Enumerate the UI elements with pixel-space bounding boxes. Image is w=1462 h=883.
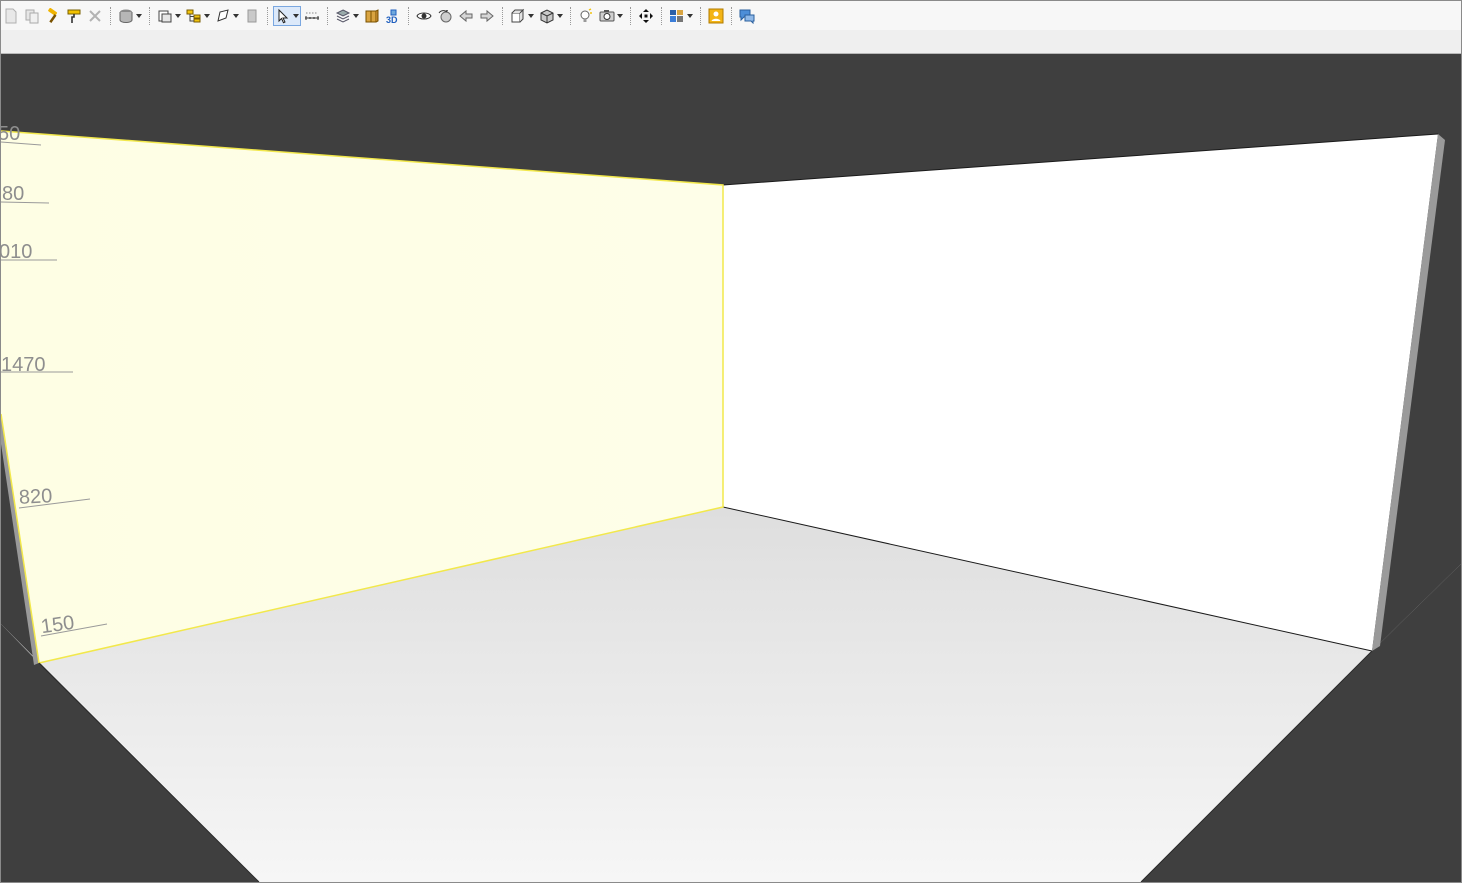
dimension-label: 80 (2, 183, 25, 205)
toolbar-separator (408, 7, 410, 25)
color-palette-button[interactable] (667, 6, 695, 26)
chevron-down-icon[interactable] (293, 14, 299, 18)
chevron-down-icon[interactable] (557, 14, 563, 18)
layers-icon (335, 8, 351, 24)
3d-view-button[interactable]: 3D (383, 6, 403, 26)
view-cube-icon (510, 8, 526, 24)
arrow-right-icon (479, 8, 495, 24)
user-card-icon (708, 8, 724, 24)
dimension-label: 820 (18, 485, 53, 509)
camera-icon (599, 8, 615, 24)
orbit-button[interactable] (435, 6, 455, 26)
dimension-label: 150 (39, 611, 76, 639)
layers-button[interactable] (333, 6, 361, 26)
chevron-down-icon[interactable] (617, 14, 623, 18)
chevron-down-icon[interactable] (687, 14, 693, 18)
view-cube-button[interactable] (508, 6, 536, 26)
toolbar-separator (267, 7, 269, 25)
toolbar-separator (327, 7, 329, 25)
box-button[interactable] (537, 6, 565, 26)
color-palette-icon (669, 8, 685, 24)
3d-viewport[interactable]: 50 80 010 1470 820 150 (1, 54, 1461, 882)
new-doc-icon (3, 8, 19, 24)
toolbar-separator (570, 7, 572, 25)
orbit-icon (437, 8, 453, 24)
dimension-label: 1470 (1, 354, 46, 376)
delete-button[interactable] (85, 6, 105, 26)
chevron-down-icon[interactable] (353, 14, 359, 18)
app-window: 3D 50 80 010 1470 820 150 (0, 0, 1462, 883)
hierarchy-button[interactable] (184, 6, 212, 26)
database-button[interactable] (116, 6, 144, 26)
chevron-down-icon[interactable] (175, 14, 181, 18)
toolbar-separator (661, 7, 663, 25)
room-scene (1, 130, 1461, 882)
copy-button[interactable] (22, 6, 42, 26)
dimension-label: 50 (0, 123, 21, 145)
wall-layout-icon (157, 8, 173, 24)
eye-button[interactable] (414, 6, 434, 26)
light-bulb-button[interactable] (576, 6, 596, 26)
chat-button[interactable] (737, 6, 757, 26)
cabinet-icon (364, 8, 380, 24)
hammer-icon (45, 8, 61, 24)
chevron-down-icon[interactable] (528, 14, 534, 18)
paint-roller-icon (66, 8, 82, 24)
database-icon (118, 8, 134, 24)
chevron-down-icon[interactable] (204, 14, 210, 18)
chevron-down-icon[interactable] (136, 14, 142, 18)
chat-icon (739, 8, 755, 24)
hierarchy-icon (186, 8, 202, 24)
freeform-shape-button[interactable] (213, 6, 241, 26)
toolbar-separator (700, 7, 702, 25)
new-doc-button[interactable] (1, 6, 21, 26)
move-arrows-icon (638, 8, 654, 24)
measure-button[interactable] (302, 6, 322, 26)
wall-layout-button[interactable] (155, 6, 183, 26)
arrow-left-button[interactable] (456, 6, 476, 26)
toolbar-separator (731, 7, 733, 25)
hammer-button[interactable] (43, 6, 63, 26)
box-icon (539, 8, 555, 24)
toolbar-separator (502, 7, 504, 25)
panel-icon (244, 8, 260, 24)
secondary-toolbar (1, 30, 1461, 54)
select-arrow-button[interactable] (273, 6, 301, 26)
freeform-shape-icon (215, 8, 231, 24)
camera-button[interactable] (597, 6, 625, 26)
measure-icon (304, 8, 320, 24)
toolbar-separator (149, 7, 151, 25)
toolbar-button-row: 3D (1, 5, 758, 27)
chevron-down-icon[interactable] (233, 14, 239, 18)
copy-icon (24, 8, 40, 24)
main-toolbar: 3D (1, 1, 1461, 31)
delete-icon (87, 8, 103, 24)
user-card-button[interactable] (706, 6, 726, 26)
3d-view-icon: 3D (385, 8, 401, 24)
toolbar-separator (110, 7, 112, 25)
svg-text:3D: 3D (386, 15, 398, 24)
light-bulb-icon (578, 8, 594, 24)
cabinet-button[interactable] (362, 6, 382, 26)
paint-roller-button[interactable] (64, 6, 84, 26)
eye-icon (416, 8, 432, 24)
panel-button[interactable] (242, 6, 262, 26)
select-arrow-icon (275, 8, 291, 24)
arrow-right-button[interactable] (477, 6, 497, 26)
toolbar-separator (630, 7, 632, 25)
dimension-label: 010 (0, 241, 33, 263)
move-arrows-button[interactable] (636, 6, 656, 26)
arrow-left-icon (458, 8, 474, 24)
